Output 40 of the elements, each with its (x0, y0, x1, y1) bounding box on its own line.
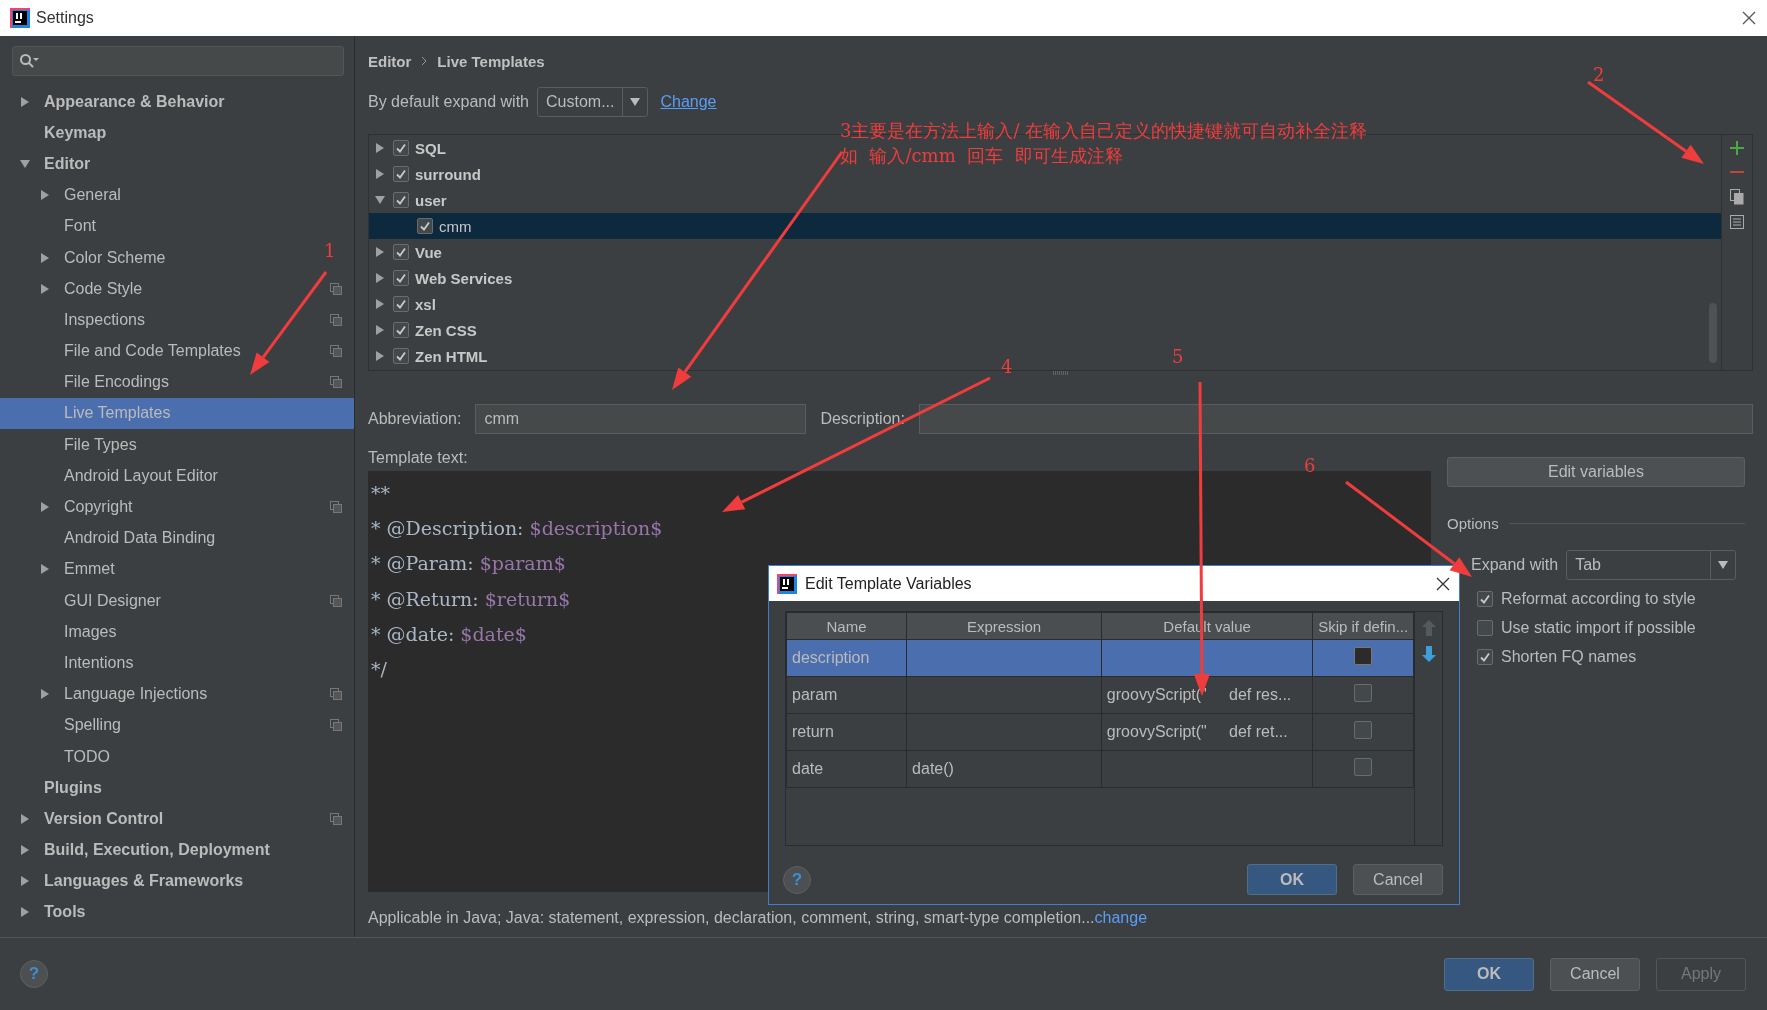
table-cell: description (786, 639, 907, 677)
template-name: Zen CSS (415, 321, 477, 339)
code-line: ** (370, 480, 390, 506)
code-line: */ (370, 657, 387, 683)
template-name: user (415, 191, 447, 209)
field-label: Expand with (1471, 556, 1559, 574)
field-label: By default expand with (368, 93, 529, 111)
code-line: * @Param: $param$ (370, 551, 566, 577)
annotation-text: 2 (1593, 64, 1605, 85)
annotation-text: 3主要是在方法上输入/ 在输入自己定义的快捷键就可自动补全注释 (840, 119, 1368, 143)
table-cell: groovyScript(" def ret... (1101, 713, 1313, 751)
template-name: Zen HTML (415, 347, 488, 365)
table-cell: return (786, 713, 907, 751)
template-name: SQL (415, 139, 446, 157)
code-line: * @Return: $return$ (370, 586, 571, 612)
template-name: Vue (415, 243, 442, 261)
code-line: * @Description: $description$ (370, 515, 663, 541)
checkbox-label: Reformat according to style (1501, 589, 1696, 608)
checkbox-label: Use static import if possible (1501, 618, 1696, 637)
section-title: Options (1447, 515, 1499, 532)
context-text: Applicable in Java; Java: statement, expression, declaration, comment, string, smart-type completion... (368, 909, 1095, 926)
field-label: Abbreviation: (368, 410, 462, 428)
dialog-title: Edit Template Variables (805, 574, 973, 593)
annotation-text: 6 (1304, 455, 1316, 476)
code-line: * @date: $date$ (370, 621, 527, 647)
window-title: Settings (36, 9, 95, 27)
table-cell: param (786, 676, 907, 714)
annotation-text: 4 (1001, 356, 1013, 377)
template-name: Web Services (415, 269, 513, 287)
annotation-text: 如 输入/cmm 回车 即可生成注释 (840, 144, 1123, 168)
annotation-text: 1 (324, 240, 336, 261)
table-cell: date (786, 750, 907, 788)
template-name: cmm (439, 217, 472, 235)
checkbox-label: Shorten FQ names (1501, 647, 1637, 666)
field-label: Template text: (368, 449, 468, 468)
field-label: Description: (820, 410, 905, 428)
template-name: xsl (415, 295, 436, 313)
template-name: surround (415, 165, 481, 183)
table-cell: date() (906, 750, 1102, 788)
annotation-text: 5 (1172, 346, 1184, 367)
